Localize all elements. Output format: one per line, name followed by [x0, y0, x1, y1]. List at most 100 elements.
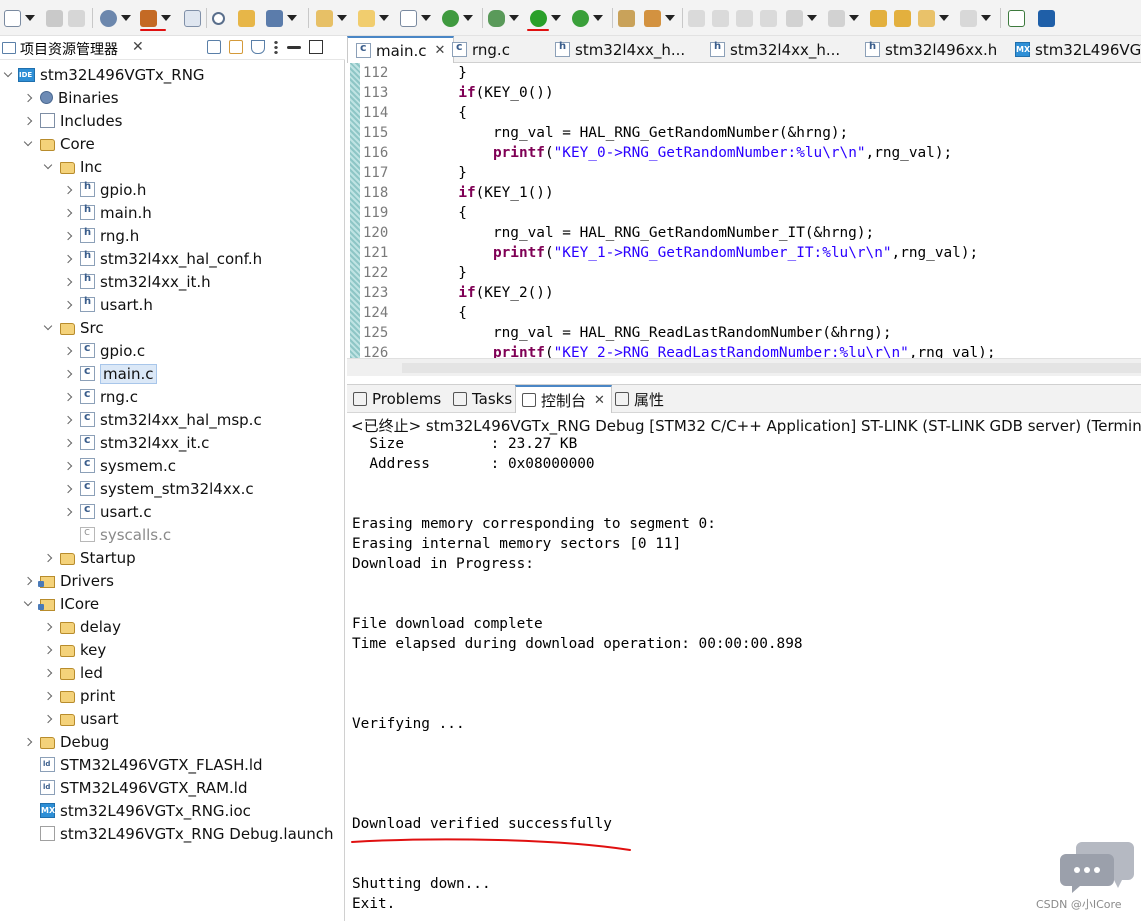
tree-item[interactable]: key — [42, 638, 106, 661]
tree-item[interactable]: stm32L496VGTx_RNG Debug.launch — [22, 822, 334, 845]
editor-tab[interactable]: stm32l4xx_h... — [547, 36, 693, 63]
manage-configurations-button[interactable] — [100, 8, 131, 28]
console-tab[interactable]: Tasks — [447, 385, 518, 413]
build-button[interactable] — [140, 8, 171, 28]
save-button[interactable] — [46, 8, 63, 28]
tree-item[interactable]: usart.c — [62, 500, 152, 523]
tree-item[interactable]: Src — [42, 316, 104, 339]
tree-item[interactable]: rng.c — [62, 385, 138, 408]
next-annotation-button[interactable] — [786, 8, 817, 28]
tree-item[interactable]: Core — [22, 132, 95, 155]
chevron-right-icon[interactable] — [62, 207, 74, 219]
tree-item[interactable]: stm32l4xx_it.c — [62, 431, 209, 454]
editor-tab[interactable]: stm32l496xx.h — [857, 36, 1005, 63]
tree-item[interactable]: gpio.h — [62, 178, 146, 201]
tree-item[interactable]: system_stm32l4xx.c — [62, 477, 254, 500]
chevron-down-icon[interactable] — [42, 321, 54, 334]
search-button[interactable] — [212, 8, 225, 28]
chevron-right-icon[interactable] — [42, 713, 54, 725]
chevron-right-icon[interactable] — [62, 414, 74, 426]
tree-item[interactable]: Binaries — [22, 86, 119, 109]
editor-tab[interactable]: stm32L496VGT... — [1007, 36, 1141, 63]
build-binary-button[interactable] — [184, 8, 201, 28]
tree-item[interactable]: Inc — [42, 155, 102, 178]
console-tab[interactable]: 属性 — [609, 385, 670, 413]
tree-item[interactable]: Startup — [42, 546, 136, 569]
chevron-right-icon[interactable] — [62, 483, 74, 495]
editor-tab[interactable]: main.c✕ — [347, 36, 455, 63]
open-perspective-button[interactable] — [1008, 8, 1025, 28]
chevron-right-icon[interactable] — [42, 621, 54, 633]
chevron-right-icon[interactable] — [62, 276, 74, 288]
tree-item[interactable]: syscalls.c — [62, 523, 171, 546]
chevron-right-icon[interactable] — [62, 460, 74, 472]
external-run-button[interactable] — [572, 8, 603, 28]
tree-item[interactable]: Drivers — [22, 569, 114, 592]
info-button[interactable] — [1038, 8, 1055, 28]
link-with-editor-icon[interactable] — [229, 40, 243, 54]
chevron-right-icon[interactable] — [42, 644, 54, 656]
chevron-right-icon[interactable] — [62, 391, 74, 403]
show-whitespace-button[interactable] — [736, 8, 753, 28]
new-project-button[interactable] — [316, 8, 347, 28]
tree-item[interactable]: Debug — [22, 730, 109, 753]
tree-item[interactable]: main.c — [62, 362, 157, 385]
editor-horizontal-scrollbar[interactable] — [347, 358, 1141, 376]
chevron-right-icon[interactable] — [62, 230, 74, 242]
tree-item[interactable]: print — [42, 684, 115, 707]
external-tools-button[interactable] — [266, 8, 297, 28]
run-last-tool-button[interactable] — [644, 8, 675, 28]
chevron-right-icon[interactable] — [62, 506, 74, 518]
tree-item[interactable]: Includes — [22, 109, 122, 132]
back-button[interactable] — [918, 8, 949, 28]
maximize-icon[interactable] — [309, 40, 323, 54]
tree-item[interactable]: stm32L496VGTx_RNG.ioc — [22, 799, 251, 822]
tree-item[interactable]: STM32L496VGTX_RAM.ld — [22, 776, 247, 799]
debug-hand-button[interactable] — [238, 8, 255, 28]
chevron-right-icon[interactable] — [42, 552, 54, 564]
filter-icon[interactable] — [251, 40, 265, 54]
toggle-block-button[interactable] — [712, 8, 729, 28]
toggle-mark-button[interactable] — [688, 8, 705, 28]
chevron-down-icon[interactable] — [42, 160, 54, 173]
tree-item[interactable]: rng.h — [62, 224, 139, 247]
minimize-icon[interactable] — [287, 46, 301, 49]
tree-item[interactable]: usart.h — [62, 293, 153, 316]
chevron-right-icon[interactable] — [22, 575, 34, 587]
chevron-right-icon[interactable] — [62, 253, 74, 265]
chevron-down-icon[interactable] — [2, 68, 14, 81]
chevron-right-icon[interactable] — [62, 368, 74, 380]
tree-item[interactable]: stm32l4xx_it.h — [62, 270, 211, 293]
tree-item[interactable]: gpio.c — [62, 339, 145, 362]
chevron-right-icon[interactable] — [62, 184, 74, 196]
chevron-right-icon[interactable] — [42, 690, 54, 702]
new-source-button[interactable] — [400, 8, 431, 28]
tree-item[interactable]: usart — [42, 707, 119, 730]
pilcrow-button[interactable] — [760, 8, 777, 28]
editor-tab[interactable]: rng.c — [444, 36, 518, 63]
debug-button[interactable] — [488, 8, 519, 28]
tree-item[interactable]: delay — [42, 615, 121, 638]
tree-item[interactable]: stm32l4xx_hal_conf.h — [62, 247, 262, 270]
open-type-button[interactable] — [618, 8, 635, 28]
tree-item[interactable]: stm32l4xx_hal_msp.c — [62, 408, 262, 431]
forward-edit-button[interactable] — [894, 8, 911, 28]
scrollbar-thumb[interactable] — [402, 363, 1141, 373]
tree-item[interactable]: stm32L496VGTx_RNG — [2, 63, 205, 86]
last-edit-button[interactable] — [870, 8, 887, 28]
code-area[interactable]: 112 } 113 if (KEY_0()) 114 {115 rng_val = H… — [347, 63, 1141, 358]
editor-tab[interactable]: stm32l4xx_h... — [702, 36, 848, 63]
tree-item[interactable]: STM32L496VGTX_FLASH.ld — [22, 753, 263, 776]
console-tab[interactable]: 控制台 ✕ — [515, 385, 612, 413]
chevron-down-icon[interactable] — [22, 137, 34, 150]
view-menu-icon[interactable] — [273, 40, 279, 54]
save-all-button[interactable] — [68, 8, 85, 28]
run-button[interactable] — [530, 8, 561, 28]
tree-item[interactable]: led — [42, 661, 103, 684]
chevron-down-icon[interactable] — [22, 597, 34, 610]
open-folder-button[interactable] — [358, 8, 389, 28]
close-icon[interactable]: ✕ — [594, 393, 605, 408]
forward-button[interactable] — [960, 8, 991, 28]
tree-item[interactable]: main.h — [62, 201, 152, 224]
chevron-right-icon[interactable] — [62, 437, 74, 449]
